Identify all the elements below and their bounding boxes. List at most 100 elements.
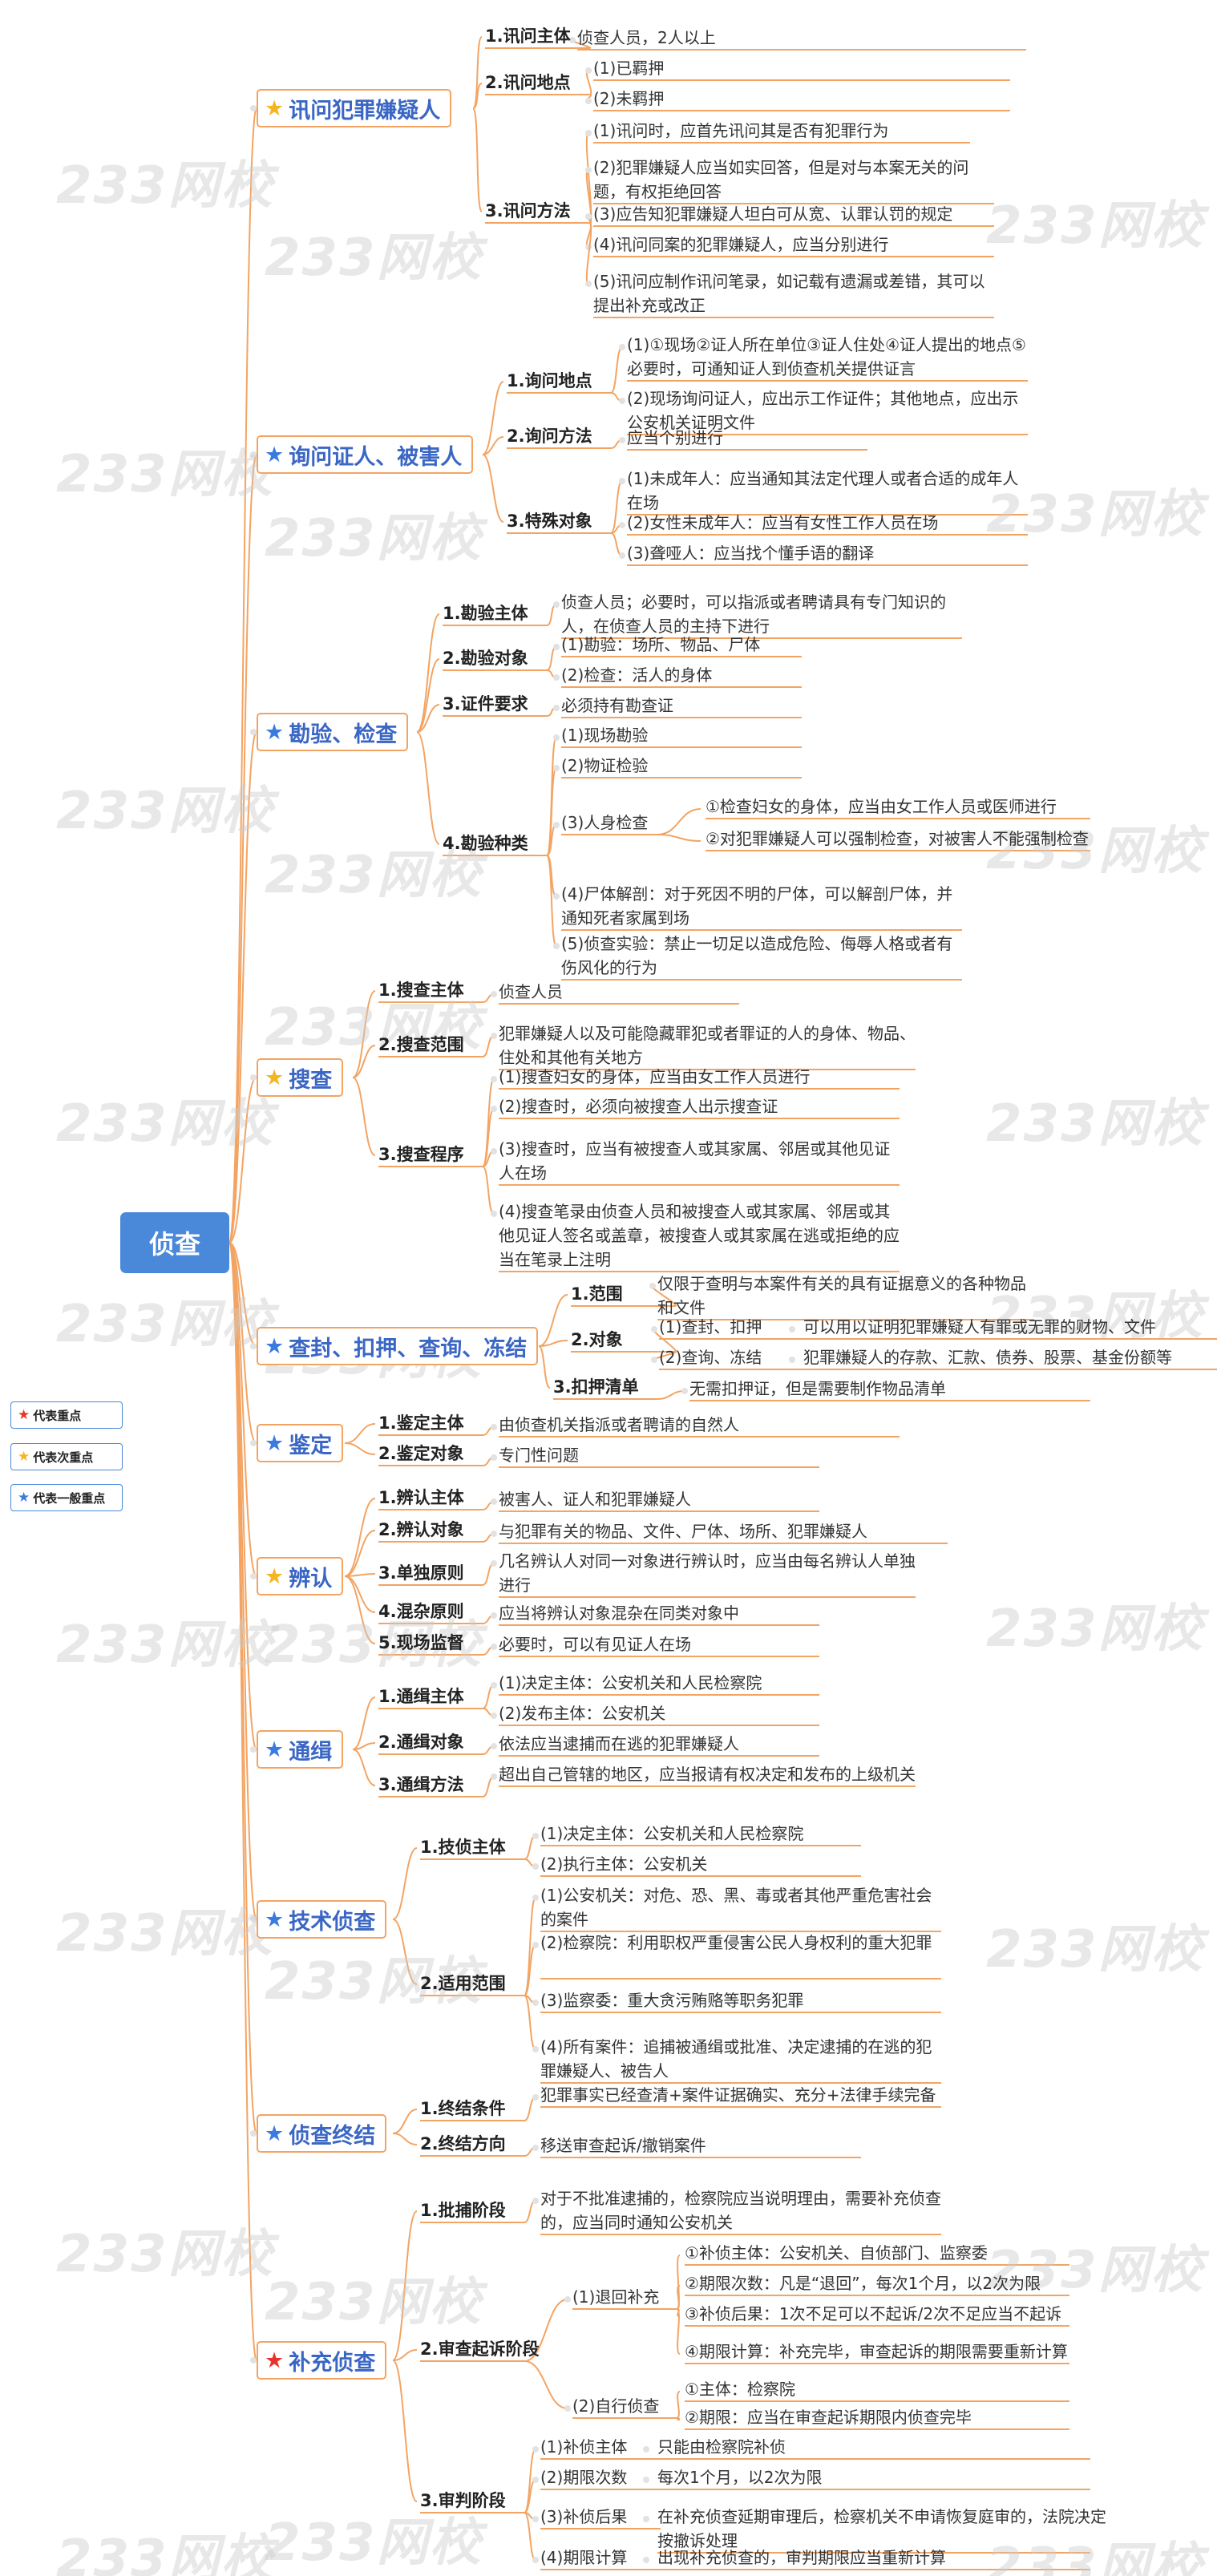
subtopic-label: 4.混杂原则 (378, 1602, 464, 1621)
category-node[interactable]: ★ 讯问犯罪嫌疑人 (257, 89, 452, 127)
connector-line (392, 2360, 418, 2502)
legend-item: ★ 代表重点 (10, 1401, 123, 1429)
connector-dot (532, 1895, 539, 1901)
category-node[interactable]: ★ 补充侦查 (257, 2341, 387, 2380)
subtopic-label: 2.对象 (571, 1330, 623, 1349)
detail-label: (1)查封、扣押 (659, 1317, 762, 1337)
connector-dot (250, 2357, 257, 2364)
connector-line (416, 731, 440, 845)
subtopic-label: 2.适用范围 (420, 1974, 506, 1993)
detail-text: (2)犯罪嫌疑人应当如实回答，但是对与本案无关的问题，有权拒绝回答 (593, 158, 969, 201)
subtopic-label: 5.现场监督 (378, 1633, 464, 1652)
subtopic-label: 2.鉴定对象 (378, 1444, 464, 1463)
subtopic-label: 3.单独原则 (378, 1563, 464, 1583)
detail-text: 几名辨认人对同一对象进行辨认时，应当由每名辨认人单独进行 (499, 1551, 916, 1595)
connector-dot (532, 2000, 539, 2006)
connector-dot (250, 1343, 257, 1349)
subtopic-label: 1.搜查主体 (378, 981, 464, 1000)
connector-dot (250, 1916, 257, 1923)
connector-dot (553, 705, 560, 711)
connector-dot (491, 991, 497, 997)
connector-dot (491, 1773, 497, 1780)
category-label: 通缉 (289, 1739, 333, 1765)
detail-text: ②对犯罪嫌疑人可以强制检查，对被害人不能强制检查 (706, 829, 1089, 848)
detail-text: (2)执行主体：公安机关 (540, 1854, 708, 1874)
category-node[interactable]: ★ 技术侦查 (257, 1900, 387, 1939)
detail-text: 侦查人员，2人以上 (577, 28, 716, 47)
connector-line (352, 1077, 376, 1156)
connector-line (676, 2417, 681, 2420)
connector-line (344, 1498, 376, 1577)
connector-line (472, 107, 483, 212)
connector-line (344, 1423, 376, 1444)
connector-dot (532, 2446, 539, 2453)
connector-dot (532, 2094, 539, 2101)
detail-text: ③补侦后果：1次不足可以不起诉/2次不足应当不起诉 (685, 2304, 1062, 2323)
detail-text: (1)决定主体：公安机关和人民检察院 (499, 1673, 762, 1692)
connector-dot (491, 1454, 497, 1461)
connector-dot (585, 98, 592, 104)
subtopic-label: 1.鉴定主体 (378, 1413, 464, 1433)
connector-line (482, 1035, 495, 1057)
connector-line (657, 1390, 685, 1400)
category-node[interactable]: ★ 鉴定 (257, 1424, 344, 1462)
connector-dot (491, 1424, 497, 1430)
detail-text: (3)应告知犯罪嫌疑人坦白可从宽、认罪认罚的规定 (593, 204, 953, 224)
detail-text: 侦查人员；必要时，可以指派或者聘请具有专门知识的人，在侦查人员的主持下进行 (561, 592, 946, 636)
root-node[interactable]: 侦查 (120, 1212, 229, 1273)
connector-line (228, 454, 257, 1244)
detail-text: (1)公安机关：对危、恐、黑、毒或者其他严重危害社会的案件 (540, 1886, 932, 1929)
connector-line (546, 604, 557, 626)
connector-dot (619, 437, 625, 443)
connector-line (610, 346, 623, 394)
category-label: 搜查 (289, 1067, 333, 1093)
category-label: 查封、扣押、查询、冻结 (289, 1336, 528, 1361)
subtopic-label: 2.辨认对象 (378, 1520, 464, 1539)
connector-line (482, 454, 504, 523)
connector-dot (250, 1746, 257, 1753)
detail-text: 可以用以证明犯罪嫌疑人有罪或无罪的财物、文件 (803, 1317, 1156, 1337)
connector-dot (532, 2516, 539, 2522)
detail-text: (3)搜查时，应当有被搜查人或其家属、邻居或其他见证人在场 (499, 1139, 891, 1183)
detail-text: ①补侦主体：公安机关、自侦部门、监察委 (685, 2243, 988, 2263)
category-node[interactable]: ★ 勘验、检查 (257, 713, 409, 751)
category-node[interactable]: ★ 搜查 (257, 1058, 344, 1097)
connector-dot (553, 644, 560, 650)
detail-text: (1)决定主体：公安机关和人民检察院 (540, 1824, 804, 1843)
detail-text: (2)未羁押 (593, 89, 665, 108)
category-node[interactable]: ★ 侦查终结 (257, 2114, 387, 2153)
detail-text: 犯罪嫌疑人以及可能隐藏罪犯或者罪证的人的身体、物品、住处和其他有关地方 (499, 1024, 916, 1067)
detail-label: (2)期限次数 (540, 2468, 628, 2487)
category-label: 鉴定 (289, 1433, 333, 1458)
detail-text: ②期限：应当在审查起诉期限内侦查完毕 (685, 2408, 972, 2427)
star-icon: ★ (18, 1490, 30, 1506)
category-node[interactable]: ★ 询问证人、被害人 (257, 435, 474, 474)
connector-line (344, 1575, 376, 1644)
detail-label: (3)补侦后果 (540, 2507, 628, 2526)
category-node[interactable]: ★ 辨认 (257, 1557, 344, 1595)
connector-dot (250, 2130, 257, 2137)
connector-line (392, 2109, 418, 2134)
connector-dot (643, 2516, 649, 2522)
category-node[interactable]: ★ 通缉 (257, 1730, 344, 1769)
star-icon: ★ (265, 1065, 285, 1090)
detail-label: (2)自行侦查 (572, 2396, 660, 2416)
connector-line (538, 1294, 568, 1347)
detail-text: (3)聋哑人：应当找个懂手语的翻译 (627, 544, 875, 563)
detail-text: ④期限计算：补充完毕，审查起诉的期限需要重新计算 (685, 2342, 1068, 2361)
detail-text: (2)物证检验 (561, 756, 649, 775)
connector-dot (491, 1560, 497, 1567)
subtopic-label: 2.通缉对象 (378, 1733, 464, 1752)
star-icon: ★ (265, 2348, 285, 2373)
subtopic-label: 2.讯问地点 (485, 73, 571, 92)
subtopic-label: 1.询问地点 (507, 371, 592, 390)
connector-dot (250, 729, 257, 735)
connector-dot (491, 1211, 497, 1217)
detail-text: (2)发布主体：公安机关 (499, 1704, 666, 1723)
connector-dot (532, 2477, 539, 2483)
star-icon: ★ (265, 1430, 285, 1456)
connector-line (546, 646, 557, 671)
connector-line (352, 1742, 376, 1750)
category-node[interactable]: ★ 查封、扣押、查询、冻结 (257, 1327, 539, 1365)
detail-text: (1)讯问时，应首先讯问其是否有犯罪行为 (593, 121, 889, 140)
